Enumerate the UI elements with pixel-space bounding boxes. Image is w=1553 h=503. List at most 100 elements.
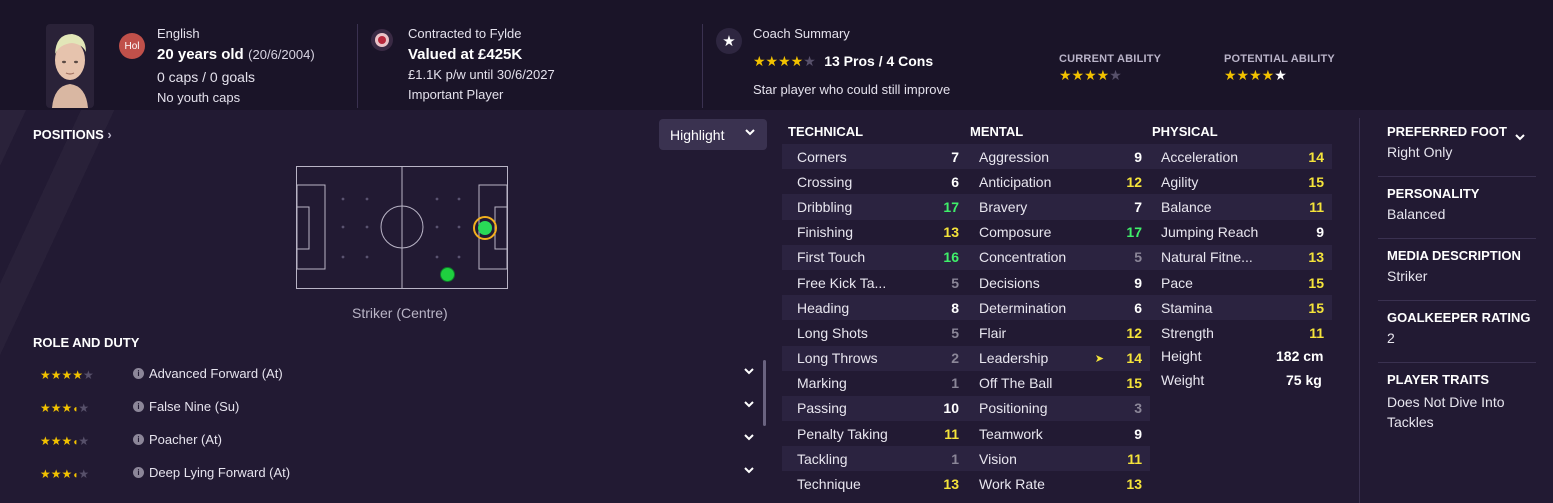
attribute-name: Crossing [797, 173, 853, 190]
attribute-row[interactable]: Balance 11 [1146, 194, 1332, 220]
attribute-row[interactable]: Marking 1 [782, 371, 967, 396]
attribute-name: Agility [1161, 173, 1199, 190]
coach-rating: ★★★★★ 13 Pros / 4 Cons [753, 53, 933, 71]
attribute-name: Heading [797, 299, 850, 316]
info-icon[interactable]: i [133, 467, 144, 478]
attribute-row[interactable]: Anticipation 12 [964, 169, 1150, 194]
attribute-value: 13 [1126, 476, 1142, 493]
chevron-down-icon[interactable] [1514, 130, 1526, 148]
preferred-foot[interactable]: PREFERRED FOOT Right Only [1378, 124, 1536, 177]
attribute-value: 15 [1308, 299, 1324, 316]
chevron-down-icon[interactable] [743, 365, 755, 380]
attribute-row[interactable]: Flair 12 [964, 320, 1150, 345]
role-row[interactable]: ★★★◖★ i False Nine (Su) [33, 396, 763, 422]
goalkeeper-rating-title: GOALKEEPER RATING [1387, 310, 1531, 325]
attribute-name: Decisions [979, 274, 1040, 291]
player-header: Hol English 20 years old (20/6/2004) 0 c… [0, 0, 1553, 110]
nation-badge[interactable]: Hol [119, 33, 145, 59]
role-duty-title: ROLE AND DUTY [33, 335, 140, 350]
role-row[interactable]: ★★★★★ i Advanced Forward (At) [33, 363, 763, 389]
attribute-row[interactable]: Crossing 6 [782, 169, 967, 194]
info-icon[interactable]: i [133, 434, 144, 445]
role-row[interactable]: ★★★◖★ i Poacher (At) [33, 429, 763, 455]
attribute-row[interactable]: Long Shots 5 [782, 320, 967, 345]
attribute-value: 10 [943, 400, 959, 417]
role-stars: ★★★◖★ [40, 467, 90, 481]
contract[interactable]: Contracted to Fylde [408, 26, 521, 41]
attribute-value: 9 [1134, 274, 1142, 291]
attribute-name: Strength [1161, 324, 1214, 341]
attribute-value: 9 [1134, 148, 1142, 165]
chevron-down-icon[interactable] [743, 464, 755, 479]
chevron-down-icon[interactable] [743, 431, 755, 446]
info-icon[interactable]: i [133, 401, 144, 412]
attribute-row[interactable]: Teamwork 9 [964, 421, 1150, 446]
attribute-name: Pace [1161, 274, 1193, 291]
attribute-value: 13 [943, 224, 959, 241]
attribute-row[interactable]: Long Throws 2 [782, 345, 967, 371]
attribute-name: Technique [797, 476, 861, 493]
attribute-row[interactable]: Free Kick Ta... 5 [782, 270, 967, 295]
player-traits-value[interactable]: Does Not Dive Into Tackles [1378, 392, 1536, 432]
chevron-down-icon[interactable] [743, 398, 755, 413]
info-icon[interactable]: i [133, 368, 144, 379]
attribute-row[interactable]: Penalty Taking 11 [782, 421, 967, 446]
mental-title: MENTAL [970, 124, 1024, 139]
attribute-row[interactable]: Passing 10 [782, 395, 967, 422]
attribute-row[interactable]: Natural Fitne... 13 [1146, 244, 1332, 270]
attribute-row[interactable]: Dribbling 17 [782, 194, 967, 220]
attribute-name: Off The Ball [979, 375, 1053, 392]
club-badge-icon[interactable] [371, 29, 393, 51]
attribute-row[interactable]: Corners 7 [782, 144, 967, 170]
potential-ability-stars: ★★★★★ [1224, 67, 1287, 83]
chevron-right-icon: › [107, 127, 112, 142]
attribute-row[interactable]: Bravery 7 [964, 194, 1150, 220]
attribute-row[interactable]: Off The Ball 15 [964, 371, 1150, 396]
attribute-row[interactable]: Positioning 3 [964, 395, 1150, 422]
attribute-row[interactable]: Work Rate 13 [964, 471, 1150, 496]
attribute-row[interactable]: Decisions 9 [964, 270, 1150, 295]
attribute-row[interactable]: Tackling 1 [782, 446, 967, 472]
role-row[interactable]: ★★★◖★ i Deep Lying Forward (At) [33, 462, 763, 488]
squad-status: Important Player [408, 87, 504, 102]
attribute-name: Concentration [979, 249, 1067, 266]
attribute-value: 11 [1309, 198, 1324, 215]
attribute-row[interactable]: Leadership 14 ➤ [964, 345, 1150, 371]
attribute-row[interactable]: Concentration 5 [964, 244, 1150, 270]
attribute-row[interactable]: Agility 15 [1146, 169, 1332, 194]
attribute-row[interactable]: Heading 8 [782, 295, 967, 321]
weight-label: Weight [1161, 371, 1205, 388]
attribute-name: Corners [797, 148, 847, 165]
roles-scrollbar[interactable] [763, 360, 766, 426]
attribute-row[interactable]: Pace 15 [1146, 270, 1332, 295]
nationality: English [157, 26, 200, 41]
attribute-name: Bravery [979, 198, 1028, 215]
attribute-row[interactable]: Acceleration 14 [1146, 144, 1332, 170]
attribute-row[interactable]: Composure 17 [964, 220, 1150, 245]
highlight-dropdown[interactable]: Highlight [659, 119, 767, 150]
attribute-row[interactable]: First Touch 16 [782, 244, 967, 270]
attribute-row[interactable]: Jumping Reach 9 [1146, 220, 1332, 245]
trend-arrow-icon: ➤ [1094, 352, 1104, 365]
attribute-name: Jumping Reach [1161, 224, 1259, 241]
pros-cons[interactable]: 13 Pros / 4 Cons [824, 53, 933, 69]
natural-position-marker[interactable] [473, 216, 497, 240]
attribute-name: Work Rate [979, 476, 1045, 493]
attribute-row[interactable]: Strength 11 [1146, 320, 1332, 345]
secondary-position-marker[interactable] [440, 267, 455, 282]
attribute-value: 13 [1308, 249, 1324, 266]
attribute-row[interactable]: Technique 13 [782, 471, 967, 496]
attribute-value: 9 [1316, 224, 1324, 241]
attribute-value: 5 [951, 324, 959, 341]
attribute-row[interactable]: Vision 11 [964, 446, 1150, 472]
attribute-row[interactable]: Finishing 13 [782, 220, 967, 245]
attribute-row[interactable]: Aggression 9 [964, 144, 1150, 170]
attribute-name: First Touch [797, 249, 866, 266]
attribute-row[interactable]: Determination 6 [964, 295, 1150, 321]
technical-attributes: TECHNICAL Corners 7 Crossing 6 Dribbling 17 Fi… [782, 124, 967, 497]
attribute-value: 12 [1126, 324, 1142, 341]
personality: PERSONALITY Balanced [1378, 186, 1536, 239]
attribute-name: Stamina [1161, 299, 1213, 316]
attribute-row[interactable]: Stamina 15 [1146, 295, 1332, 321]
positions-title[interactable]: POSITIONS › [33, 127, 112, 142]
